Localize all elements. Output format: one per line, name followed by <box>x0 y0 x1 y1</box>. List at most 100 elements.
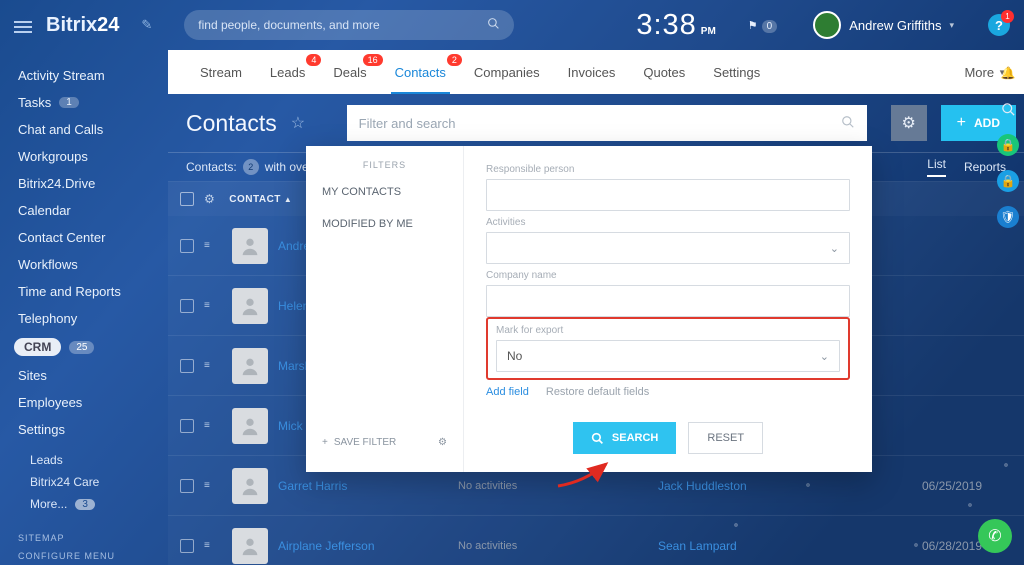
main: Stream Leads4 Deals16 Contacts2 Companie… <box>168 50 1024 565</box>
lock-icon[interactable]: 🔒 <box>997 170 1019 192</box>
caret-down-icon: ▾ <box>949 20 954 31</box>
hamburger-icon[interactable] <box>14 18 32 32</box>
sidebar-item-time[interactable]: Time and Reports <box>0 278 168 305</box>
row-menu-icon[interactable]: ≡ <box>204 544 218 548</box>
add-field-link[interactable]: Add field <box>486 386 529 398</box>
row-menu-icon[interactable]: ≡ <box>204 304 218 308</box>
contact-avatar <box>232 228 268 264</box>
field-responsible[interactable] <box>486 179 850 211</box>
search-icon[interactable] <box>997 98 1019 120</box>
gear-icon[interactable]: ⚙ <box>438 437 447 448</box>
row-menu-icon[interactable]: ≡ <box>204 364 218 368</box>
tab-invoices[interactable]: Invoices <box>554 50 630 94</box>
lock-icon[interactable]: 🔒 <box>997 134 1019 156</box>
user-name: Andrew Griffiths <box>849 18 941 33</box>
select-all-checkbox[interactable] <box>180 192 194 206</box>
sidebar-item-workgroups[interactable]: Workgroups <box>0 143 168 170</box>
sidebar-item-drive[interactable]: Bitrix24.Drive <box>0 170 168 197</box>
bell-icon[interactable]: 🔔 <box>997 62 1019 84</box>
search-button[interactable]: SEARCH <box>573 422 676 454</box>
field-activities[interactable]: ⌄ <box>486 232 850 264</box>
user-menu[interactable]: Andrew Griffiths ▾ <box>813 11 954 39</box>
row-checkbox[interactable] <box>180 239 194 253</box>
row-checkbox[interactable] <box>180 419 194 433</box>
chevron-down-icon: ⌄ <box>820 350 829 363</box>
date-cell: 06/25/2019 <box>922 479 982 493</box>
avatar <box>813 11 841 39</box>
responsible-cell[interactable]: Jack Huddleston <box>658 479 858 493</box>
save-filter[interactable]: + SAVE FILTER ⚙ <box>306 427 463 458</box>
page-title: Contacts <box>186 110 277 137</box>
contact-name[interactable]: Garret Harris <box>278 479 458 493</box>
row-menu-icon[interactable]: ≡ <box>204 424 218 428</box>
gear-icon[interactable]: ⚙ <box>204 192 215 206</box>
global-search-placeholder: find people, documents, and more <box>198 18 379 32</box>
sidebar-item-contact-center[interactable]: Contact Center <box>0 224 168 251</box>
help-button[interactable]: ? 1 <box>988 14 1010 36</box>
tab-deals[interactable]: Deals16 <box>319 50 380 94</box>
row-checkbox[interactable] <box>180 479 194 493</box>
filter-search[interactable]: Filter and search <box>347 105 867 141</box>
title-bar: Contacts ☆ Filter and search ⚙ +ADD <box>168 94 1024 152</box>
export-value: No <box>507 349 522 363</box>
plus-icon: + <box>957 114 966 132</box>
tab-leads[interactable]: Leads4 <box>256 50 319 94</box>
preset-modified-by-me[interactable]: MODIFIED BY ME <box>306 208 463 240</box>
search-icon <box>841 115 855 132</box>
right-rail: 🔔 🔒 🔒 🛡 <box>992 50 1024 228</box>
sidebar-item-calendar[interactable]: Calendar <box>0 197 168 224</box>
reset-button[interactable]: RESET <box>688 422 763 454</box>
field-mark-for-export[interactable]: No ⌄ <box>496 340 840 372</box>
sidebar-item-employees[interactable]: Employees <box>0 389 168 416</box>
table-row[interactable]: ≡ Airplane Jefferson No activities Sean … <box>168 516 1024 565</box>
row-checkbox[interactable] <box>180 539 194 553</box>
row-checkbox[interactable] <box>180 299 194 313</box>
subtab-list[interactable]: List <box>927 157 946 177</box>
responsible-cell[interactable]: Sean Lampard <box>658 539 858 553</box>
tab-settings[interactable]: Settings <box>699 50 774 94</box>
sidebar-sitemap[interactable]: SITEMAP <box>0 529 168 547</box>
shield-icon[interactable]: 🛡 <box>997 206 1019 228</box>
field-company[interactable] <box>486 285 850 317</box>
label-company: Company name <box>486 270 850 281</box>
sidebar-sub-more[interactable]: More...3 <box>0 493 168 515</box>
sidebar-item-crm[interactable]: CRM 25 <box>14 338 168 356</box>
sidebar-sub-leads[interactable]: Leads <box>0 449 168 471</box>
contact-avatar <box>232 288 268 324</box>
brand[interactable]: Bitrix24 <box>46 14 119 37</box>
tab-companies[interactable]: Companies <box>460 50 554 94</box>
global-search[interactable]: find people, documents, and more <box>184 10 514 40</box>
clock[interactable]: 3:38 PM <box>636 9 715 42</box>
sidebar-item-sites[interactable]: Sites <box>0 362 168 389</box>
row-checkbox[interactable] <box>180 359 194 373</box>
sidebar-item-settings[interactable]: Settings <box>0 416 168 443</box>
sidebar-sub-care[interactable]: Bitrix24 Care <box>0 471 168 493</box>
sidebar-item-chat[interactable]: Chat and Calls <box>0 116 168 143</box>
row-menu-icon[interactable]: ≡ <box>204 484 218 488</box>
view-settings-button[interactable]: ⚙ <box>891 105 927 141</box>
sidebar-item-tasks[interactable]: Tasks1 <box>0 89 168 116</box>
contact-name[interactable]: Airplane Jefferson <box>278 539 458 553</box>
brand-prefix: Bitrix <box>46 14 97 36</box>
preset-my-contacts[interactable]: MY CONTACTS <box>306 176 463 208</box>
tab-stream[interactable]: Stream <box>186 50 256 94</box>
sidebar: Activity Stream Tasks1 Chat and Calls Wo… <box>0 50 168 565</box>
label-activities: Activities <box>486 217 850 228</box>
notifications-flag[interactable]: ⚑0 <box>748 19 777 32</box>
label-responsible: Responsible person <box>486 164 850 175</box>
gear-icon: ⚙ <box>901 113 915 133</box>
highlight-mark-for-export: Mark for export No ⌄ <box>486 317 850 380</box>
date-cell: 06/28/2019 <box>922 539 982 553</box>
sidebar-item-activity[interactable]: Activity Stream <box>0 62 168 89</box>
tab-contacts[interactable]: Contacts2 <box>381 50 460 94</box>
sidebar-item-telephony[interactable]: Telephony <box>0 305 168 332</box>
restore-defaults-link[interactable]: Restore default fields <box>546 386 649 398</box>
sidebar-item-workflows[interactable]: Workflows <box>0 251 168 278</box>
col-contact[interactable]: CONTACT▲ <box>229 194 292 205</box>
star-icon[interactable]: ☆ <box>291 113 305 133</box>
tab-quotes[interactable]: Quotes <box>629 50 699 94</box>
edit-icon[interactable]: ✎ <box>141 17 152 33</box>
row-menu-icon[interactable]: ≡ <box>204 244 218 248</box>
call-fab[interactable]: ✆ <box>978 519 1012 553</box>
sidebar-configure[interactable]: CONFIGURE MENU <box>0 547 168 565</box>
